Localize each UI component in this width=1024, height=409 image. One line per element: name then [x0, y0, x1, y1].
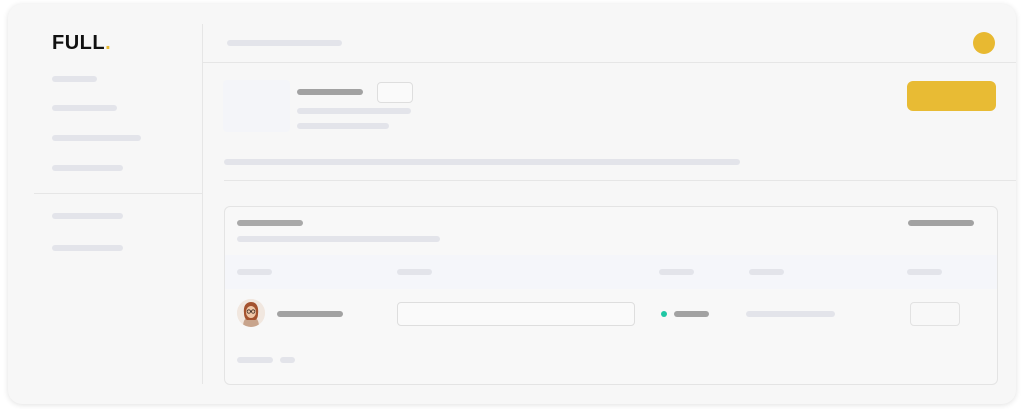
table-header: [225, 255, 997, 289]
entity-subtitle: [297, 108, 411, 114]
column-header-5[interactable]: [907, 269, 942, 275]
sidebar-item-1[interactable]: [52, 76, 97, 82]
column-header-1[interactable]: [237, 269, 272, 275]
sidebar-item-4[interactable]: [52, 165, 123, 171]
pagination-label: [237, 357, 273, 363]
sidebar-divider: [34, 193, 202, 194]
sidebar-item-6[interactable]: [52, 245, 123, 251]
user-avatar-icon[interactable]: [973, 32, 995, 54]
entity-title: [297, 89, 363, 95]
status-label: [674, 311, 709, 317]
person-photo-icon: [237, 299, 265, 327]
logo-dot: .: [105, 32, 112, 54]
app-window: FULL.: [8, 4, 1016, 404]
row-detail: [746, 311, 835, 317]
app-logo[interactable]: FULL.: [52, 32, 111, 55]
entity-meta: [297, 123, 389, 129]
panel-title: [237, 220, 303, 226]
primary-action-button[interactable]: [907, 81, 996, 111]
pagination-count[interactable]: [280, 357, 295, 363]
logo-text: FULL: [52, 32, 106, 54]
description-line: [224, 159, 740, 165]
column-header-4[interactable]: [749, 269, 784, 275]
sidebar-item-3[interactable]: [52, 135, 141, 141]
row-input-field[interactable]: [397, 302, 635, 326]
panel-subtitle: [237, 236, 440, 242]
sidebar-item-2[interactable]: [52, 105, 117, 111]
sidebar-item-5[interactable]: [52, 213, 123, 219]
breadcrumb: [227, 40, 342, 46]
section-divider: [224, 180, 1016, 181]
column-header-3[interactable]: [659, 269, 694, 275]
entity-thumbnail: [223, 80, 290, 132]
sidebar-border: [202, 24, 203, 384]
person-name[interactable]: [277, 311, 343, 317]
column-header-2[interactable]: [397, 269, 432, 275]
entity-tag-button[interactable]: [377, 82, 413, 103]
panel-action-link[interactable]: [908, 220, 974, 226]
status-dot-icon: [661, 311, 667, 317]
header-divider: [203, 62, 1016, 63]
table-panel: [224, 206, 998, 385]
row-action-button[interactable]: [910, 302, 960, 326]
